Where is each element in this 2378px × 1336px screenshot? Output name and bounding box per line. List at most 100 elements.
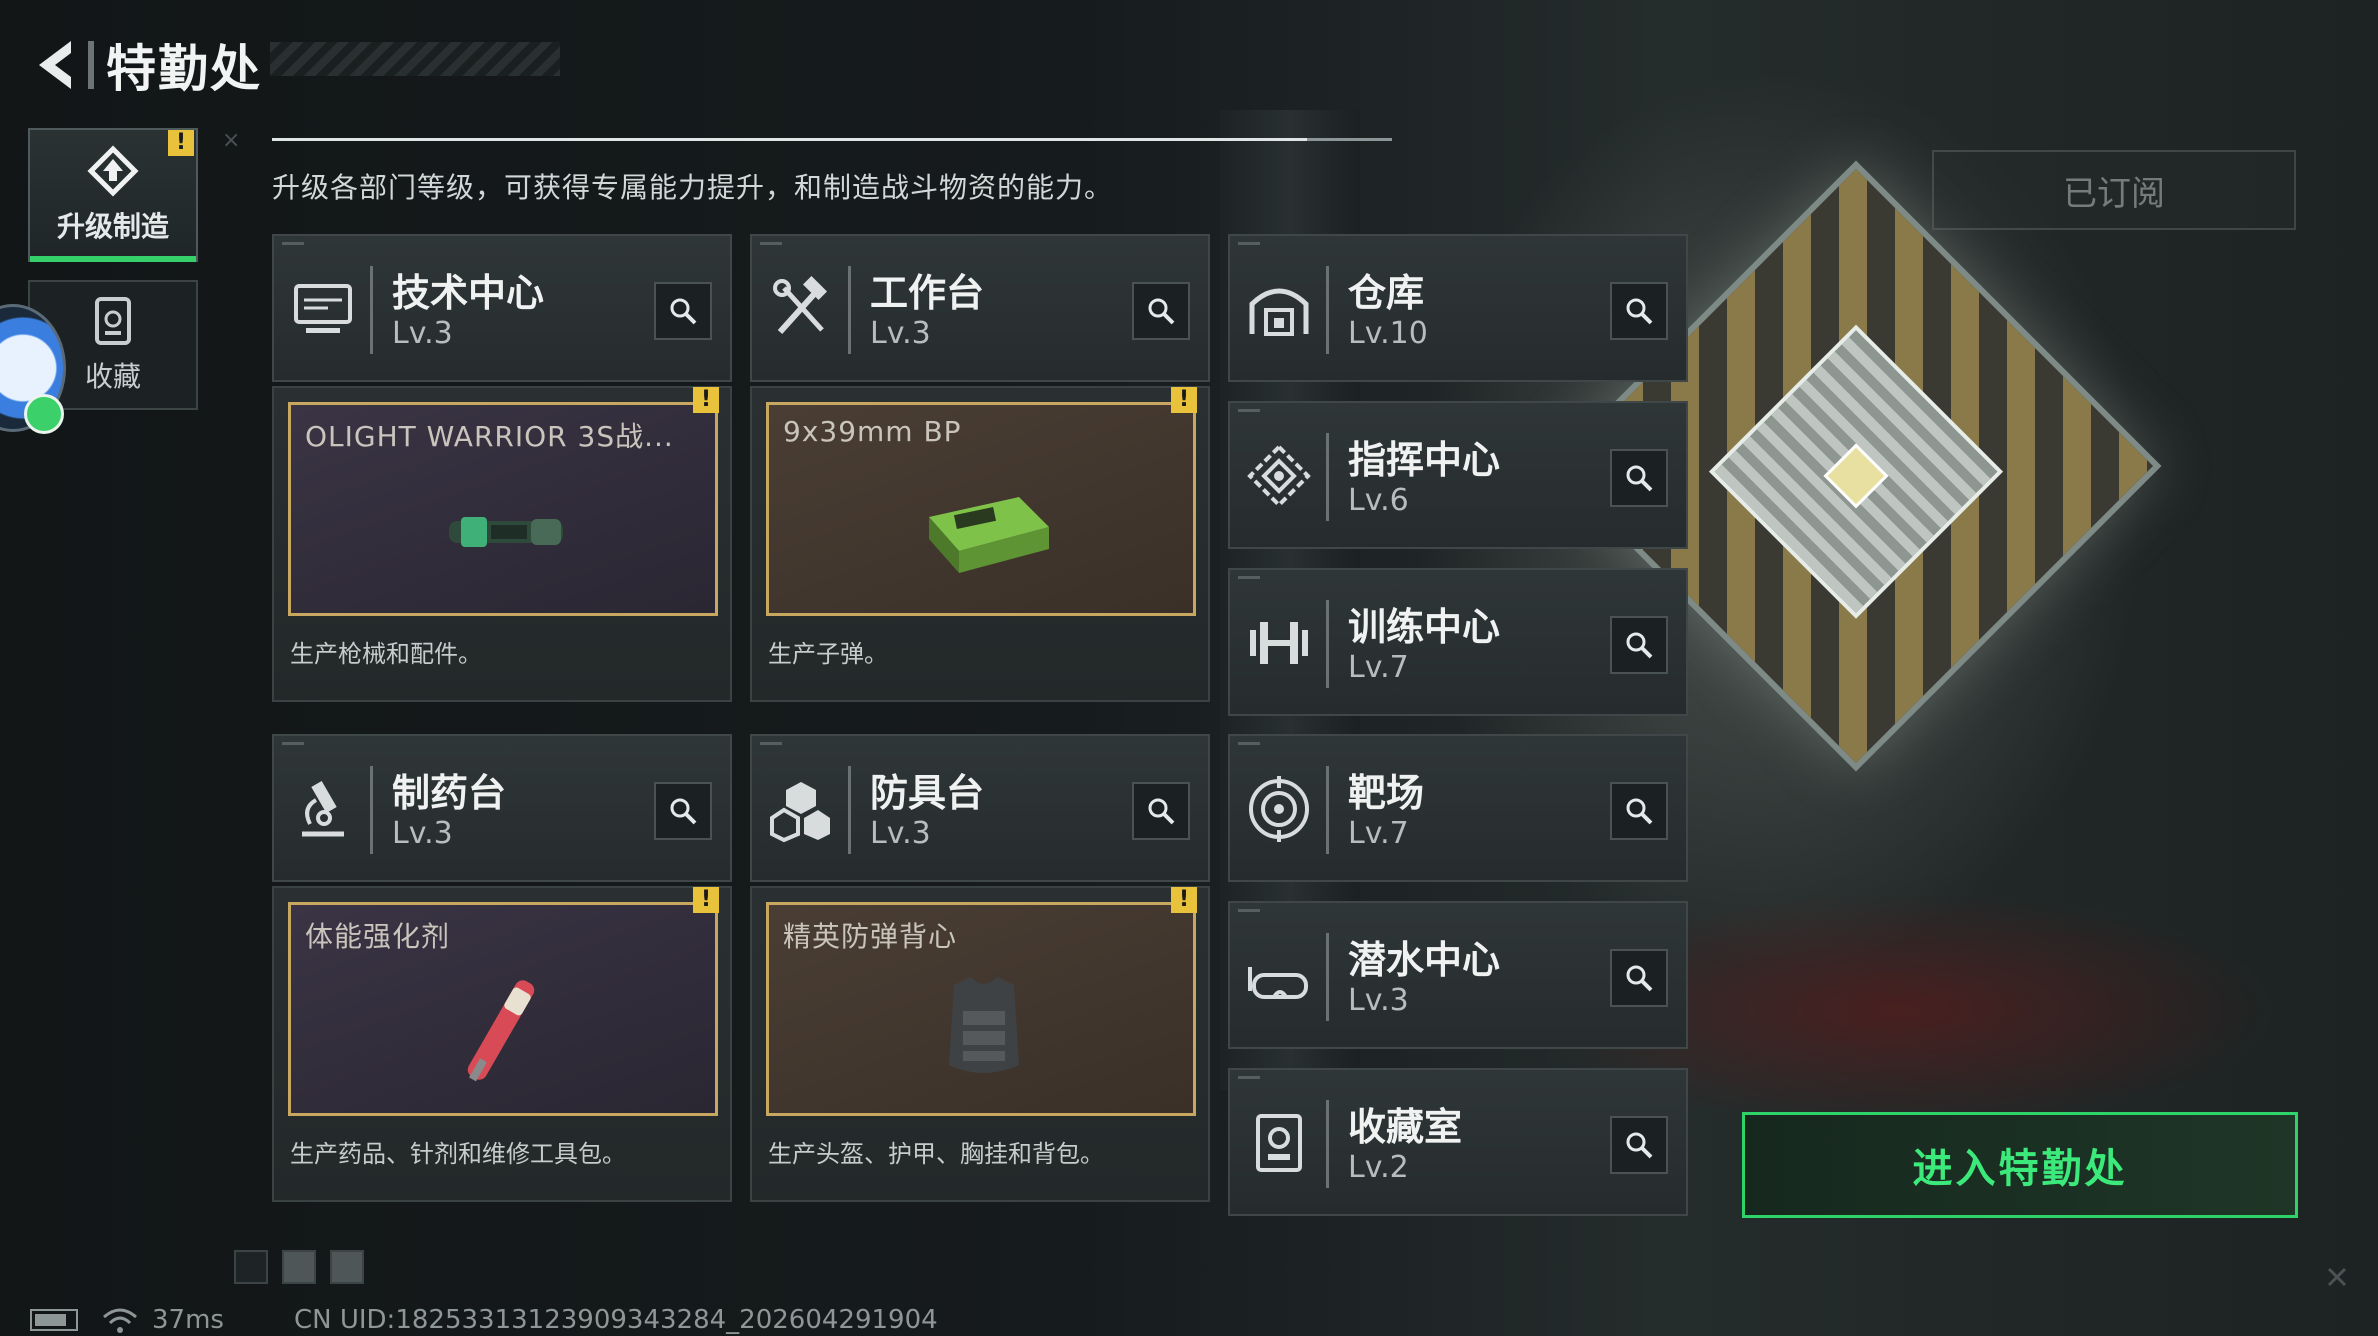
card-notch bbox=[760, 742, 782, 745]
tab-upgrade-craft-label: 升级制造 bbox=[56, 210, 169, 243]
search-button[interactable] bbox=[1132, 782, 1190, 840]
card-notch bbox=[1238, 409, 1260, 412]
page-dot[interactable] bbox=[234, 1250, 268, 1284]
monitor-icon bbox=[294, 284, 352, 333]
card-notch bbox=[1238, 909, 1260, 912]
dept-level: Lv.3 bbox=[392, 816, 453, 851]
page-dot[interactable] bbox=[330, 1250, 364, 1284]
dept-diving-center[interactable]: 潜水中心 Lv.3 bbox=[1228, 901, 1688, 1049]
close-icon[interactable] bbox=[2326, 1266, 2348, 1288]
card-divider bbox=[848, 266, 851, 354]
dept-training-center[interactable]: 训练中心 Lv.7 bbox=[1228, 568, 1688, 716]
search-icon bbox=[1626, 1132, 1653, 1159]
tab-upgrade-craft[interactable]: 升级制造 ! bbox=[28, 128, 198, 262]
dept-shooting-range[interactable]: 靶场 Lv.7 bbox=[1228, 734, 1688, 882]
craft-slot[interactable]: 9x39mm BP ! bbox=[766, 387, 1197, 616]
card-divider bbox=[1326, 1100, 1329, 1188]
card-divider bbox=[370, 266, 373, 354]
collection-icon bbox=[95, 297, 131, 345]
dept-level: Lv.3 bbox=[392, 316, 453, 351]
craft-slot[interactable]: OLIGHT WARRIOR 3S战... ! bbox=[288, 387, 719, 616]
header: 特勤处 bbox=[28, 30, 262, 100]
dept-level: Lv.6 bbox=[1348, 483, 1409, 518]
craft-warning-badge: ! bbox=[693, 387, 719, 413]
craft-warning-badge: ! bbox=[1171, 387, 1197, 413]
close-small-icon: × bbox=[222, 128, 241, 153]
search-button[interactable] bbox=[1610, 449, 1668, 507]
dept-armor-bench[interactable]: 防具台 Lv.3 bbox=[750, 734, 1210, 882]
card-notch bbox=[1238, 742, 1260, 745]
dept-tech-center[interactable]: 技术中心 Lv.3 bbox=[272, 234, 732, 382]
card-divider bbox=[1326, 433, 1329, 521]
card-notch bbox=[282, 242, 304, 245]
craft-panel-armor: 精英防弹背心 ! 生产头盔、护甲、胸挂和背包。 bbox=[750, 886, 1210, 1202]
card-notch bbox=[282, 742, 304, 745]
ping-value: 37ms bbox=[152, 1305, 224, 1335]
card-notch bbox=[1238, 242, 1260, 245]
search-icon bbox=[1148, 798, 1175, 825]
warehouse-icon bbox=[1249, 288, 1309, 336]
craft-panel-workbench: 9x39mm BP ! 生产子弹。 bbox=[750, 386, 1210, 702]
dept-warehouse[interactable]: 仓库 Lv.10 bbox=[1228, 234, 1688, 382]
search-button[interactable] bbox=[1610, 616, 1668, 674]
search-button[interactable] bbox=[1610, 782, 1668, 840]
progress-line bbox=[272, 138, 1392, 141]
dept-level: Lv.7 bbox=[1348, 816, 1409, 851]
craft-item-name: OLIGHT WARRIOR 3S战... bbox=[305, 420, 674, 453]
search-button[interactable] bbox=[1610, 949, 1668, 1007]
subscribed-button[interactable]: 已订阅 bbox=[1932, 150, 2296, 230]
search-button[interactable] bbox=[1132, 282, 1190, 340]
tab-collection-label: 收藏 bbox=[84, 360, 141, 393]
craft-slot[interactable]: 体能强化剂 ! bbox=[288, 887, 719, 1116]
craft-panel-tech: OLIGHT WARRIOR 3S战... ! 生产枪械和配件。 bbox=[272, 386, 732, 702]
dept-name: 收藏室 bbox=[1348, 1105, 1463, 1149]
back-arrow-icon bbox=[39, 41, 71, 89]
craft-slot[interactable]: 精英防弹背心 ! bbox=[766, 887, 1197, 1116]
search-button[interactable] bbox=[1610, 282, 1668, 340]
dept-workbench[interactable]: 工作台 Lv.3 bbox=[750, 234, 1210, 382]
card-divider bbox=[1326, 766, 1329, 854]
upgrade-icon bbox=[87, 145, 139, 197]
dept-level: Lv.2 bbox=[1348, 1150, 1409, 1185]
dept-name: 仓库 bbox=[1348, 271, 1425, 315]
target-icon bbox=[1249, 776, 1309, 842]
dept-name: 防具台 bbox=[870, 771, 985, 815]
dumbbell-icon bbox=[1250, 622, 1308, 664]
dept-name: 训练中心 bbox=[1348, 605, 1501, 649]
header-hatch bbox=[270, 42, 560, 76]
craft-item-name: 9x39mm BP bbox=[783, 415, 962, 448]
enter-special-ops-button[interactable]: 进入特勤处 bbox=[1742, 1112, 2298, 1218]
card-divider bbox=[1326, 933, 1329, 1021]
search-button[interactable] bbox=[1610, 1116, 1668, 1174]
flashlight-item-icon bbox=[449, 517, 563, 547]
dept-name: 工作台 bbox=[870, 271, 985, 315]
microscope-icon bbox=[302, 781, 344, 837]
card-divider bbox=[1326, 600, 1329, 688]
card-divider bbox=[848, 766, 851, 854]
dept-name: 制药台 bbox=[392, 771, 507, 815]
dept-pharmacy[interactable]: 制药台 Lv.3 bbox=[272, 734, 732, 882]
search-button[interactable] bbox=[654, 282, 712, 340]
enter-button-label: 进入特勤处 bbox=[1912, 1146, 2128, 1192]
ammo-box-icon bbox=[929, 497, 1049, 573]
search-icon bbox=[1626, 465, 1653, 492]
craft-warning-badge: ! bbox=[1171, 887, 1197, 913]
uid-text: CN UID:18253313123909343284_202604291904 bbox=[293, 1305, 938, 1335]
diving-mask-icon bbox=[1248, 967, 1308, 999]
battery-icon bbox=[30, 1309, 78, 1331]
search-button[interactable] bbox=[654, 782, 712, 840]
page-indicator bbox=[234, 1250, 364, 1284]
craft-description: 生产头盔、护甲、胸挂和背包。 bbox=[768, 1140, 1104, 1168]
search-icon bbox=[1626, 798, 1653, 825]
card-divider bbox=[1326, 266, 1329, 354]
search-icon bbox=[670, 798, 697, 825]
dept-command-center[interactable]: 指挥中心 Lv.6 bbox=[1228, 401, 1688, 549]
page-dot[interactable] bbox=[282, 1250, 316, 1284]
description-text: 升级各部门等级，可获得专属能力提升，和制造战斗物资的能力。 bbox=[272, 171, 1114, 204]
dept-collection-room[interactable]: 收藏室 Lv.2 bbox=[1228, 1068, 1688, 1216]
craft-panel-pharmacy: 体能强化剂 ! 生产药品、针剂和维修工具包。 bbox=[272, 886, 732, 1202]
card-notch bbox=[760, 242, 782, 245]
collection-room-icon bbox=[1256, 1114, 1302, 1172]
tools-icon bbox=[773, 275, 828, 335]
back-button[interactable] bbox=[28, 33, 82, 97]
